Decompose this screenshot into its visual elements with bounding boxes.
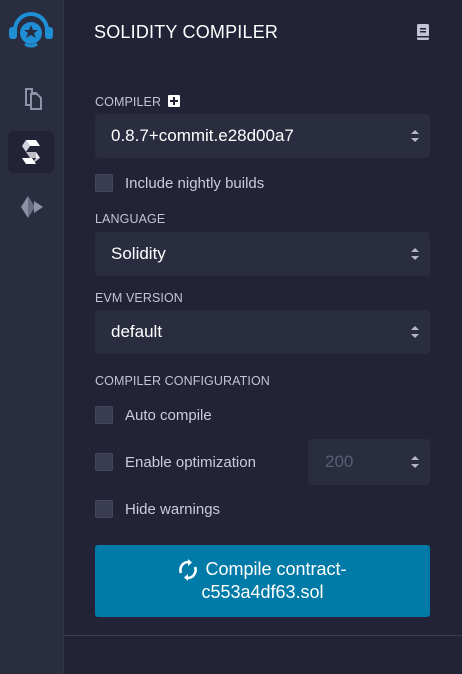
- panel-title: SOLIDITY COMPILER: [94, 22, 279, 42]
- optimization-row: Enable optimization: [95, 453, 256, 471]
- solidity-compiler-icon: [22, 140, 40, 164]
- hide-warnings-label: Hide warnings: [125, 500, 221, 518]
- solidity-compiler-button[interactable]: [8, 131, 54, 173]
- deploy-run-button[interactable]: [8, 186, 54, 228]
- auto-compile-row: Auto compile: [95, 406, 212, 424]
- select-arrows-icon: [411, 130, 419, 142]
- icon-sidebar: [0, 0, 64, 674]
- nightly-builds-label: Include nightly builds: [125, 174, 265, 192]
- stepper-arrows-icon[interactable]: [411, 455, 419, 469]
- evm-version-label: EVM VERSION: [95, 291, 183, 305]
- file-explorer-icon: [25, 88, 42, 110]
- documentation-icon[interactable]: [416, 24, 430, 40]
- compile-button-filename: c553a4df63.sol: [201, 582, 324, 602]
- compiler-version-value: 0.8.7+commit.e28d00a7: [111, 126, 294, 145]
- language-value: Solidity: [111, 244, 166, 263]
- compiler-panel: SOLIDITY COMPILER COMPILER 0.8.7+commit.…: [64, 0, 462, 674]
- language-label: LANGUAGE: [95, 212, 166, 226]
- compile-button-label: Compile contract-: [205, 559, 347, 579]
- nightly-builds-row: Include nightly builds: [95, 174, 264, 192]
- hide-warnings-row: Hide warnings: [95, 500, 220, 518]
- compile-button[interactable]: Compile contract- c553a4df63.sol: [95, 545, 430, 617]
- select-arrows-icon: [411, 326, 419, 338]
- add-compiler-icon[interactable]: [168, 95, 181, 107]
- optimization-checkbox[interactable]: [95, 453, 113, 471]
- deploy-run-icon: [21, 196, 43, 218]
- compiler-version-select[interactable]: 0.8.7+commit.e28d00a7: [95, 114, 430, 158]
- evm-version-value: default: [111, 322, 163, 341]
- select-arrows-icon: [411, 248, 419, 260]
- compiler-label: COMPILER: [95, 95, 181, 109]
- optimization-label: Enable optimization: [125, 453, 256, 471]
- refresh-icon: [179, 558, 198, 581]
- auto-compile-checkbox[interactable]: [95, 406, 113, 424]
- file-explorer-button[interactable]: [8, 77, 54, 119]
- remix-logo-icon[interactable]: [5, 6, 57, 52]
- optimization-runs-input[interactable]: 200: [308, 439, 430, 485]
- evm-version-select[interactable]: default: [95, 310, 430, 354]
- language-select[interactable]: Solidity: [95, 232, 430, 276]
- divider: [64, 635, 462, 636]
- compiler-configuration-label: COMPILER CONFIGURATION: [95, 374, 270, 388]
- nightly-builds-checkbox[interactable]: [95, 174, 113, 192]
- auto-compile-label: Auto compile: [125, 406, 212, 424]
- hide-warnings-checkbox[interactable]: [95, 500, 113, 518]
- optimization-runs-value: 200: [325, 452, 354, 471]
